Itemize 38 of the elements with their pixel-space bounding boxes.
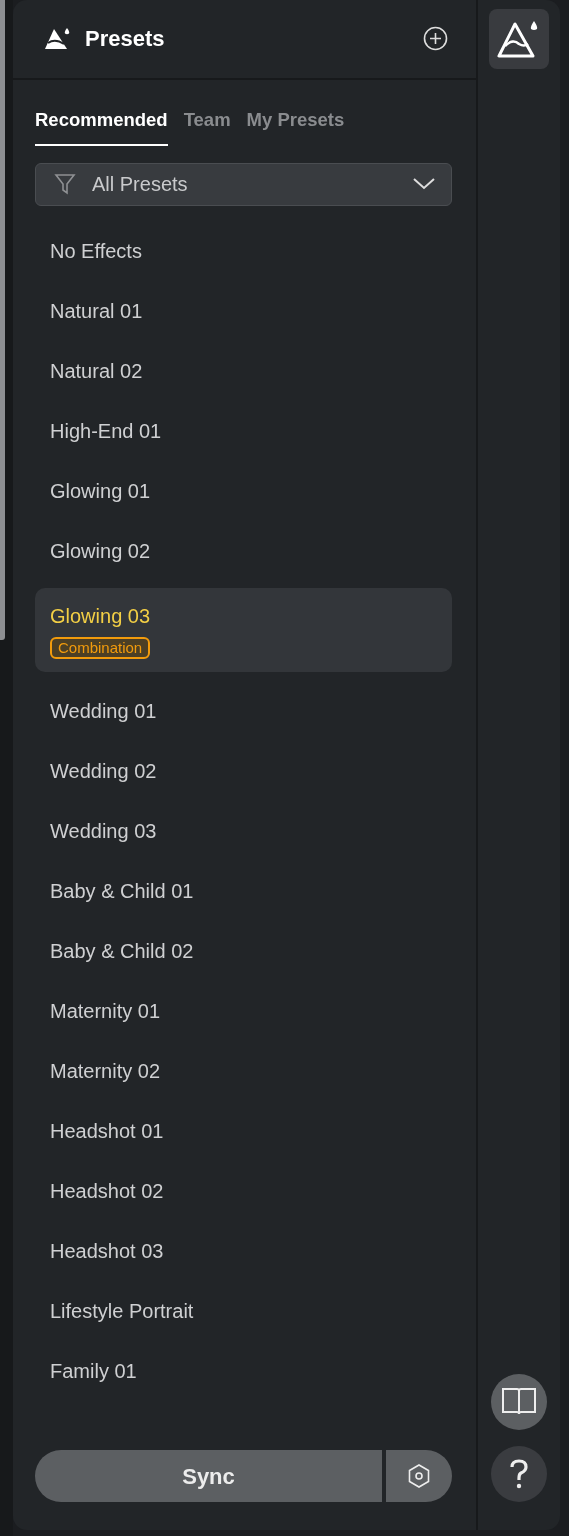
preset-item[interactable]: Wedding 01 [35,681,452,742]
sync-button[interactable]: Sync [35,1450,382,1503]
presets-rail-button[interactable] [489,9,549,69]
question-mark-icon [510,1459,528,1489]
preset-item[interactable]: Family 01 [35,1341,452,1402]
settings-icon [407,1463,431,1490]
preset-item[interactable]: Wedding 03 [35,801,452,862]
preset-item[interactable]: Glowing 01 [35,461,452,522]
preset-item[interactable]: No Effects [35,221,452,282]
preset-item[interactable]: Maternity 02 [35,1041,452,1102]
scrollbar-thumb[interactable] [0,0,5,640]
settings-button[interactable] [386,1450,452,1503]
preset-item[interactable]: Glowing 02 [35,521,452,582]
tab[interactable]: Team [183,105,231,146]
filter-icon [54,173,76,196]
preset-item[interactable]: Headshot 01 [35,1101,452,1162]
preset-item[interactable]: Maternity 01 [35,981,452,1042]
preset-item[interactable]: Natural 02 [35,341,452,402]
help-button[interactable] [491,1446,547,1502]
chevron-down-icon [413,178,435,191]
preset-item[interactable]: Baby & Child 02 [35,921,452,982]
preset-item[interactable]: Glowing 03 Combination [35,588,452,673]
tab[interactable]: Recommended [35,105,168,146]
guide-button[interactable] [491,1374,547,1430]
preset-item[interactable]: Headshot 03 [35,1221,452,1282]
preset-item[interactable]: Headshot 02 [35,1161,452,1222]
preset-item[interactable]: Wedding 02 [35,741,452,802]
mountain-icon [43,26,71,51]
preset-name: Glowing 03 [50,604,151,630]
add-icon[interactable] [423,26,448,52]
preset-item[interactable]: Baby & Child 01 [35,861,452,922]
tab[interactable]: My Presets [246,105,345,146]
preset-tag: Combination [50,637,151,660]
preset-item[interactable]: Natural 01 [35,281,452,342]
preset-item[interactable]: High-End 01 [35,401,452,462]
panel-title: Presets [85,25,165,54]
filter-dropdown[interactable]: All Presets [35,162,452,207]
preset-item[interactable]: Lifestyle Portrait [35,1281,452,1342]
